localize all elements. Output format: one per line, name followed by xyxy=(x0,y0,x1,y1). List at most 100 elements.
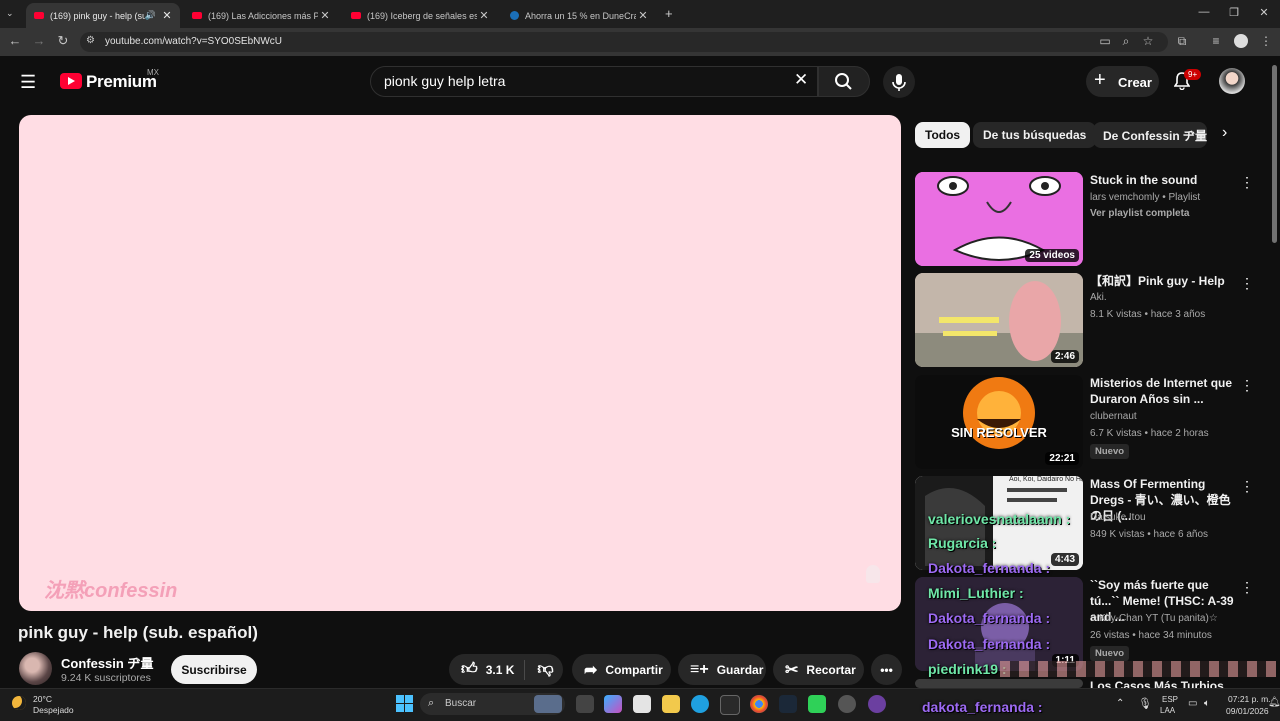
rec-title-6[interactable]: Los Casos Más Turbios de ... xyxy=(1090,678,1238,688)
windows-start-icon[interactable] xyxy=(396,695,413,712)
rec-thumbnail-1[interactable]: 25 videos xyxy=(915,172,1083,266)
save-button[interactable]: ≡+ Guardar xyxy=(678,654,766,685)
minimize-icon[interactable]: — xyxy=(1194,6,1214,18)
tab-close-icon[interactable]: ✕ xyxy=(477,9,491,22)
cast-icon[interactable]: ▭ xyxy=(1097,34,1113,48)
like-icon[interactable]: 👍︎ xyxy=(461,660,478,679)
input-language[interactable]: ESP xyxy=(1162,695,1178,704)
channel-avatar[interactable] xyxy=(19,652,52,685)
tab-title: (169) Las Adicciones más Pertu xyxy=(208,10,318,21)
chip-confessin[interactable]: De Confessin ヂ量 xyxy=(1093,122,1207,148)
rec-title-1[interactable]: Stuck in the sound xyxy=(1090,172,1238,188)
dislike-icon[interactable]: 👎︎ xyxy=(537,660,553,679)
like-count[interactable]: 3.1 K xyxy=(486,663,515,677)
copilot-icon[interactable] xyxy=(604,695,622,713)
site-info-icon[interactable]: ⚙ xyxy=(86,35,95,46)
rec-channel-3[interactable]: clubernaut xyxy=(1090,411,1137,422)
voice-search-button[interactable] xyxy=(883,66,915,98)
search-button[interactable] xyxy=(818,66,870,97)
create-label: Crear xyxy=(1118,75,1152,90)
app-gear-icon[interactable] xyxy=(838,695,856,713)
input-layout[interactable]: LAA xyxy=(1160,706,1175,715)
rec-meta-5: 26 vistas • hace 34 minutos xyxy=(1090,630,1212,641)
tab-dunecrawl[interactable]: Ahorra un 15 % en DuneCrawl ✕ xyxy=(502,3,656,28)
notification-center-icon[interactable]: 🔔︎ xyxy=(1268,697,1280,708)
more-vertical-icon[interactable]: ⋮ xyxy=(1240,377,1254,394)
rec-thumbnail-3[interactable]: SIN RESOLVER 22:21 xyxy=(915,375,1083,469)
video-player[interactable] xyxy=(19,115,901,611)
tab-adicciones[interactable]: (169) Las Adicciones más Pertu ✕ xyxy=(184,3,338,28)
more-actions-button[interactable]: ••• xyxy=(871,654,902,685)
task-view-icon[interactable] xyxy=(576,695,594,713)
scissors-icon: ✂ xyxy=(785,661,799,679)
reload-icon[interactable]: ↻ xyxy=(54,33,72,49)
rec-channel-2[interactable]: Aki. xyxy=(1090,292,1107,303)
youtube-logo-icon[interactable] xyxy=(60,73,82,89)
chip-busquedas[interactable]: De tus búsquedas xyxy=(973,122,1097,148)
restore-icon[interactable]: ❐ xyxy=(1224,6,1244,19)
rec-title-3[interactable]: Misterios de Internet que Duraron Años s… xyxy=(1090,375,1238,407)
emote-row xyxy=(1000,661,1276,677)
tab-title: (169) Iceberg de señales escala xyxy=(367,10,477,21)
share-button[interactable]: ➦ Compartir xyxy=(572,654,671,685)
more-vertical-icon[interactable]: ⋮ xyxy=(1240,478,1254,495)
edge-icon[interactable] xyxy=(691,695,709,713)
chevron-right-icon[interactable]: › xyxy=(1222,124,1227,142)
weather-condition[interactable]: Despejado xyxy=(33,705,74,715)
chrome-icon[interactable] xyxy=(750,695,768,713)
rec-channel-5[interactable]: ☆Kity-Chan YT (Tu panita)☆ xyxy=(1090,613,1218,624)
speaker-icon[interactable]: 🔊 xyxy=(145,10,156,21)
app-purple-icon[interactable] xyxy=(868,695,886,713)
clear-search-icon[interactable]: ✕ xyxy=(794,70,808,90)
subscribe-button[interactable]: Suscribirse xyxy=(171,655,257,684)
rec-meta-1[interactable]: Ver playlist completa xyxy=(1090,208,1190,219)
forward-icon[interactable]: → xyxy=(30,33,48,48)
clock-time[interactable]: 07:21 p. m. xyxy=(1228,694,1271,704)
microphone-icon[interactable]: 🎙︎ xyxy=(1138,697,1152,710)
clip-button[interactable]: ✂ Recortar xyxy=(773,654,864,685)
clock-date[interactable]: 09/01/2026 xyxy=(1226,706,1269,716)
bookmark-star-icon[interactable]: ☆ xyxy=(1140,34,1156,48)
rec-thumbnail-2[interactable]: 2:46 xyxy=(915,273,1083,367)
back-icon[interactable]: ← xyxy=(6,33,24,48)
reading-list-icon[interactable]: ≡ xyxy=(1208,34,1224,48)
volume-icon[interactable]: 🔈︎ xyxy=(1204,698,1210,709)
app-green-icon[interactable] xyxy=(808,695,826,713)
file-explorer-icon[interactable] xyxy=(662,695,680,713)
network-icon[interactable]: ▭ xyxy=(1188,698,1197,709)
url-text[interactable]: youtube.com/watch?v=SYO0SEbNWcU xyxy=(105,36,282,47)
channel-name[interactable]: Confessin ヂ量 xyxy=(61,653,153,672)
zoom-icon[interactable]: ⌕ xyxy=(1118,34,1134,49)
extensions-icon[interactable]: ⧉ xyxy=(1174,34,1190,49)
steam-icon[interactable] xyxy=(779,695,797,713)
scrollbar[interactable] xyxy=(1272,65,1277,243)
tab-close-icon[interactable]: ✕ xyxy=(160,9,174,22)
more-vertical-icon[interactable]: ⋮ xyxy=(1240,275,1254,292)
weather-temp[interactable]: 20°C xyxy=(33,694,52,704)
chip-todos[interactable]: Todos xyxy=(915,122,971,148)
rec-channel-1[interactable]: lars vemchomly • Playlist xyxy=(1090,192,1200,203)
duration-badge: 2:46 xyxy=(1050,350,1079,363)
profile-avatar[interactable] xyxy=(1234,34,1248,48)
close-window-icon[interactable]: ✕ xyxy=(1254,6,1274,19)
menu-icon[interactable]: ☰ xyxy=(20,72,36,93)
browser-menu-icon[interactable]: ⋮ xyxy=(1258,34,1274,48)
moon-weather-icon[interactable] xyxy=(12,696,26,710)
search-input[interactable]: pionk guy help letra xyxy=(384,73,505,89)
tab-close-icon[interactable]: ✕ xyxy=(636,9,650,22)
store-icon[interactable] xyxy=(633,695,651,713)
tab-close-icon[interactable]: ✕ xyxy=(318,9,332,22)
rec-title-2[interactable]: 【和訳】Pink guy - Help xyxy=(1090,273,1238,289)
tab-pink-guy[interactable]: (169) pink guy - help (sub. 🔊 ✕ xyxy=(26,3,180,28)
xbox-icon[interactable] xyxy=(720,695,740,715)
tab-search-icon[interactable]: ⌄ xyxy=(6,8,14,19)
chat-overlay-line: Rugarcia : xyxy=(928,535,997,551)
rec-thumbnail-6[interactable] xyxy=(915,679,1083,688)
account-avatar[interactable] xyxy=(1219,68,1245,94)
rec-channel-4[interactable]: Daisuke Itou xyxy=(1090,512,1146,523)
new-tab-icon[interactable]: + xyxy=(665,6,673,21)
more-vertical-icon[interactable]: ⋮ xyxy=(1240,579,1254,596)
tab-iceberg[interactable]: (169) Iceberg de señales escala ✕ xyxy=(343,3,497,28)
more-vertical-icon[interactable]: ⋮ xyxy=(1240,174,1254,191)
show-hidden-icons-icon[interactable]: ⌃ xyxy=(1116,698,1124,709)
